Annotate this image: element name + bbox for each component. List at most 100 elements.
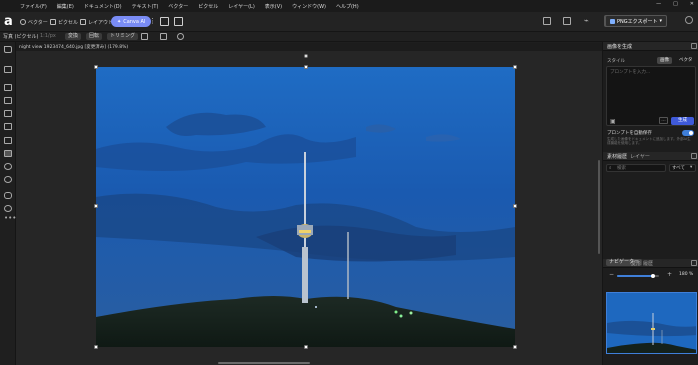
tab-transform[interactable]: 変形 <box>631 260 641 267</box>
autosave-label: プロンプトを自動保存 <box>607 131 652 136</box>
document-title[interactable]: night view 1923474_640.jpg [変更済み] (179.8… <box>19 44 128 50</box>
menu-layer[interactable]: レイヤー(L) <box>228 3 255 10</box>
flip-icon[interactable] <box>141 33 148 40</box>
menu-vector[interactable]: ベクター <box>168 3 188 10</box>
pixel-studio-label: ピクセル <box>58 19 79 26</box>
menu-bar: ファイル(F) 編集(E) ドキュメント(D) テキスト(T) ベクター ピクセ… <box>0 0 698 12</box>
minimize-icon[interactable]: — <box>656 1 661 7</box>
assets-search-placeholder: 検索 <box>617 166 626 171</box>
zoom-slider-fill <box>617 275 653 277</box>
menu-view[interactable]: 表示(V) <box>265 3 282 10</box>
resize-handle-br[interactable] <box>513 345 517 349</box>
more-options-icon[interactable]: ⋮ <box>149 17 156 25</box>
rotate-button[interactable]: 回転 <box>86 33 103 40</box>
chevron-down-icon: ▾ <box>690 165 693 170</box>
close-icon[interactable]: ✕ <box>690 1 694 7</box>
image-icon[interactable] <box>563 17 571 25</box>
document-icon[interactable] <box>543 17 551 25</box>
adjust-tool-icon[interactable] <box>4 123 12 130</box>
prompt-input[interactable]: プロンプトを入力... ▣ … 生成 <box>606 66 696 126</box>
settings-icon[interactable] <box>177 33 184 40</box>
move-tool-icon[interactable] <box>4 46 12 53</box>
layout-icon <box>80 19 86 25</box>
eraser-tool-icon[interactable] <box>4 150 12 157</box>
prompt-placeholder: プロンプトを入力... <box>610 70 651 75</box>
generate-button[interactable]: 生成 <box>671 117 694 125</box>
more-icon[interactable]: … <box>659 117 668 124</box>
horizontal-scrollbar[interactable] <box>218 362 310 364</box>
crop-button[interactable]: トリミング <box>107 33 139 40</box>
menu-document[interactable]: ドキュメント(D) <box>84 3 122 10</box>
collapse-icon[interactable] <box>691 153 697 159</box>
more-tools-icon[interactable]: ••• <box>4 214 16 222</box>
canvas-image[interactable] <box>96 67 515 347</box>
transform-button[interactable]: 変換 <box>65 33 82 40</box>
retouch-tool-icon[interactable] <box>4 137 12 144</box>
menu-pixel[interactable]: ピクセル <box>198 3 218 10</box>
canva-ai-label: Canva AI <box>123 18 146 25</box>
navigator-panel-header: ナビゲーター 変形 履歴 <box>603 259 698 268</box>
tab-assets[interactable]: 素材履歴 <box>607 153 627 160</box>
assets-search-input[interactable]: ⌕ 検索 <box>606 164 666 172</box>
app-logo: a <box>4 14 13 29</box>
document-tab-bar: night view 1923474_640.jpg [変更済み] (179.8… <box>16 43 602 51</box>
resize-handle-l[interactable] <box>94 204 98 208</box>
account-icon[interactable] <box>685 16 693 24</box>
resize-handle-r[interactable] <box>513 204 517 208</box>
zoom-slider-knob[interactable] <box>650 274 655 278</box>
hand-tool-icon[interactable] <box>4 192 12 199</box>
collapse-icon[interactable] <box>691 260 697 266</box>
style-option-image[interactable]: 画像 <box>657 57 672 64</box>
context-toolbar: 写真 (ピクセル) 1:1/px 変換 回転 トリミング <box>0 32 698 42</box>
zoom-in-icon[interactable]: + <box>667 271 672 278</box>
tab-layers[interactable]: レイヤー <box>630 153 650 160</box>
rotate-handle[interactable] <box>304 54 308 58</box>
menu-edit[interactable]: 編集(E) <box>57 3 74 10</box>
resize-handle-tr[interactable] <box>513 65 517 69</box>
zoom-value: 180 % <box>679 272 694 277</box>
generate-panel-header: 画像を生成 <box>603 42 698 51</box>
link-icon[interactable]: ⌁ <box>584 16 589 25</box>
resize-handle-tl[interactable] <box>94 65 98 69</box>
grid-icon[interactable] <box>160 33 167 40</box>
menu-file[interactable]: ファイル(F) <box>20 3 47 10</box>
menu-window[interactable]: ウィンドウ(W) <box>292 3 326 10</box>
blur-tool-icon[interactable] <box>4 176 12 183</box>
vector-studio-button[interactable]: ベクター <box>20 16 48 28</box>
vector-icon <box>20 19 26 25</box>
maximize-icon[interactable]: □ <box>673 1 678 7</box>
resize-handle-bl[interactable] <box>94 345 98 349</box>
fill-tool-icon[interactable] <box>4 110 12 117</box>
autosave-toggle[interactable] <box>682 130 694 136</box>
layout-studio-button[interactable]: レイアウト <box>80 16 113 28</box>
image-attach-icon[interactable]: ▣ <box>610 118 616 125</box>
menu-text[interactable]: テキスト(T) <box>132 3 159 10</box>
brush-tool-icon[interactable] <box>4 97 12 104</box>
export-label: PNGエクスポート <box>617 18 658 25</box>
collapse-icon[interactable] <box>691 43 697 49</box>
assets-filter-select[interactable]: すべて ▾ <box>669 164 696 172</box>
zoom-out-icon[interactable]: − <box>609 271 614 278</box>
tools-panel: ••• <box>0 42 16 365</box>
night-cityscape-image <box>96 67 515 347</box>
pixel-studio-button[interactable]: ピクセル <box>50 16 78 28</box>
zoom-tool-icon[interactable] <box>4 205 12 212</box>
resize-handle-t[interactable] <box>304 65 308 69</box>
assistant-icon[interactable] <box>160 17 169 26</box>
navigator-preview[interactable] <box>606 292 697 354</box>
style-label: スタイル <box>607 59 625 64</box>
generate-label: 生成 <box>678 118 687 123</box>
menu-help[interactable]: ヘルプ(H) <box>336 3 359 10</box>
snapping-icon[interactable] <box>174 17 183 26</box>
canva-ai-button[interactable]: ✦ Canva AI <box>111 16 152 27</box>
crop-tool-icon[interactable] <box>4 84 12 91</box>
color-picker-icon[interactable] <box>4 163 12 170</box>
resize-handle-b[interactable] <box>304 345 308 349</box>
vertical-scrollbar[interactable] <box>598 160 600 254</box>
context-aspect: 1:1/px <box>40 33 56 39</box>
export-button[interactable]: PNGエクスポート ▾ <box>605 15 667 27</box>
select-tool-icon[interactable] <box>4 66 12 73</box>
generate-panel-title: 画像を生成 <box>607 44 633 50</box>
assets-filter-label: すべて <box>672 166 686 171</box>
tab-history[interactable]: 履歴 <box>643 260 653 267</box>
